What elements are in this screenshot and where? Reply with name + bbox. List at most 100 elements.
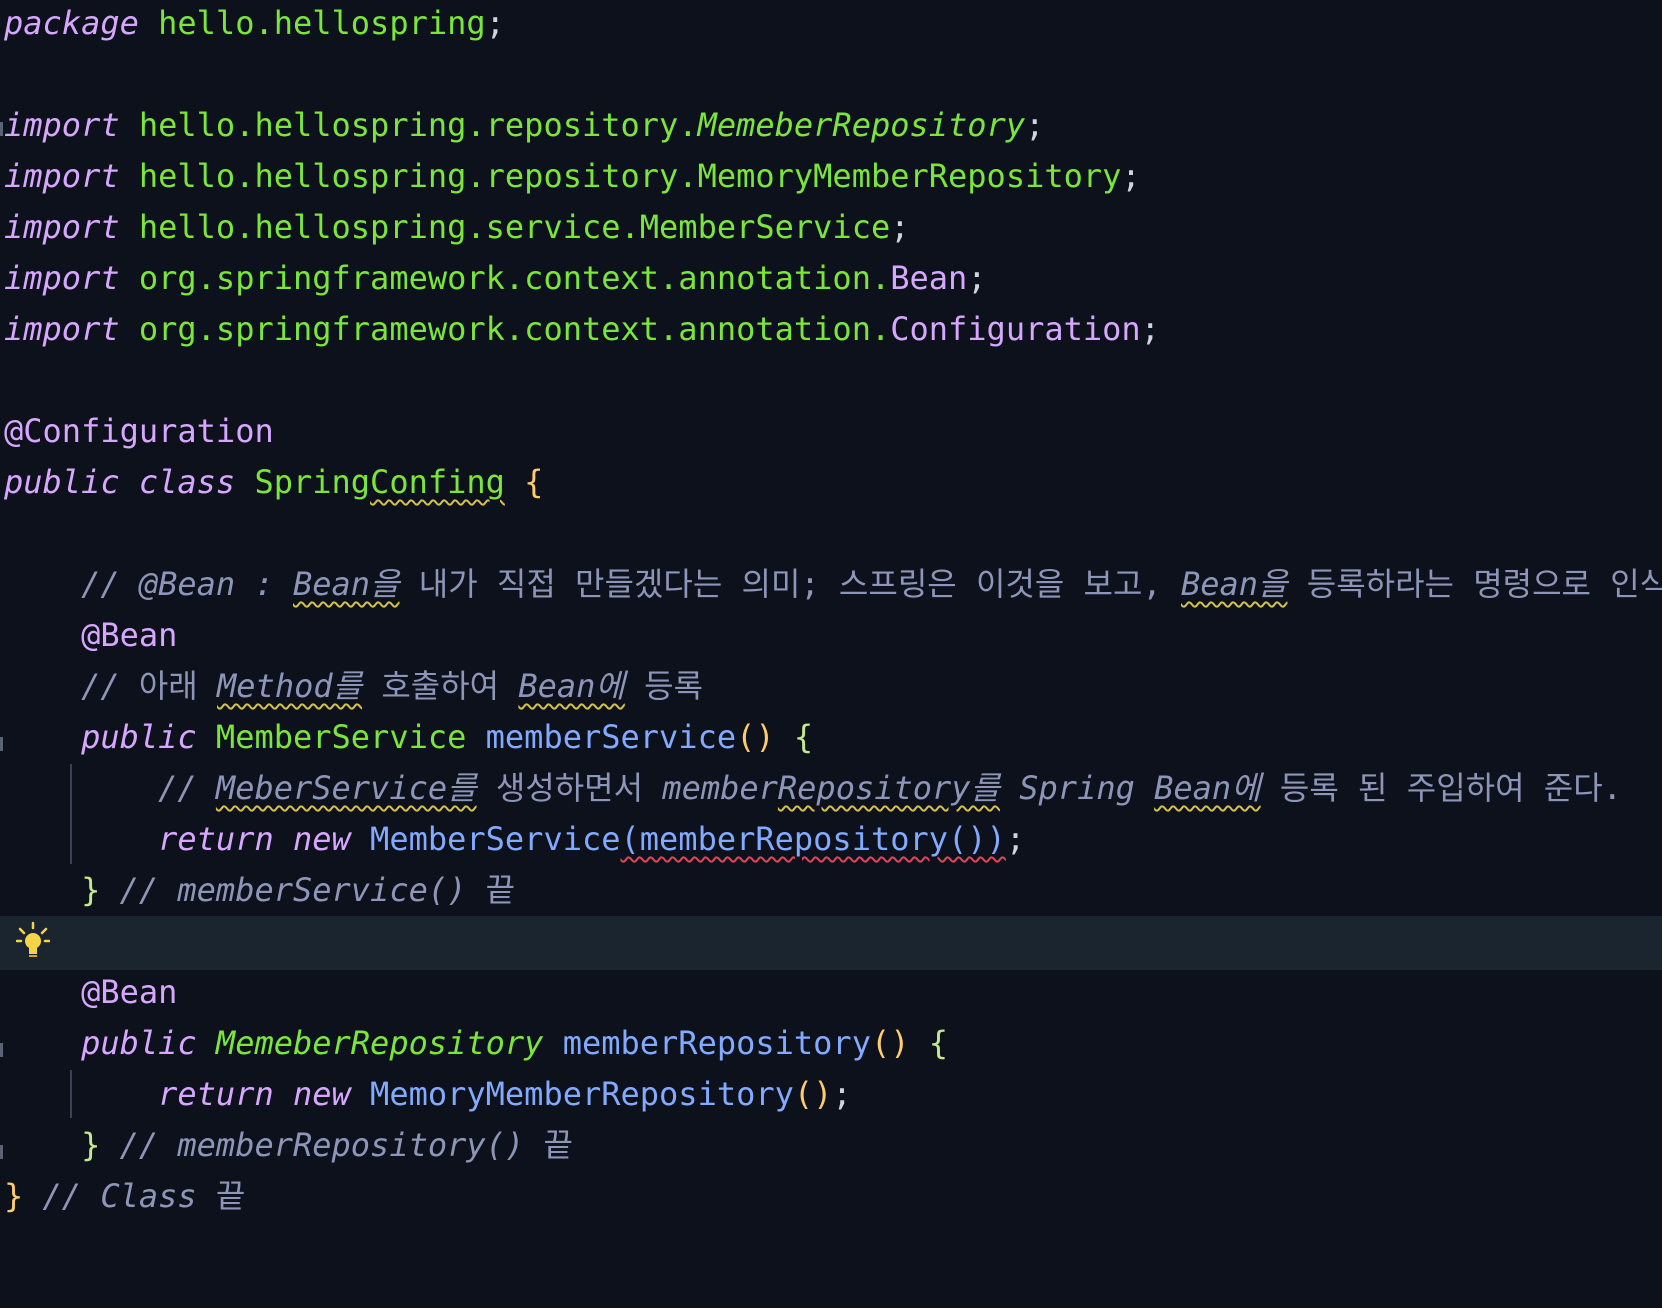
code-token: // <box>81 667 139 705</box>
code-token: { <box>793 718 814 756</box>
code-token: org.springframework.context.annotation. <box>138 259 891 297</box>
code-token: ; <box>832 1075 852 1113</box>
code-token: { <box>524 463 544 501</box>
code-token: @Bean <box>81 616 178 654</box>
code-token: hello.hellospring.repository.MemoryMembe… <box>138 157 1122 195</box>
code-token: public <box>81 1024 197 1062</box>
fold-marker[interactable] <box>0 1145 3 1159</box>
code-text: @Bean <box>4 608 177 662</box>
code-token: org.springframework.context.annotation. <box>138 310 891 348</box>
code-token: Configuration <box>890 310 1141 348</box>
code-token: ; <box>1121 157 1141 195</box>
code-token: { <box>928 1024 949 1062</box>
code-token: Spring <box>254 463 371 501</box>
code-text: import hello.hellospring.repository.Memo… <box>4 149 1141 203</box>
current-line-highlight <box>0 916 1662 970</box>
code-editor[interactable]: package hello.hellospring; import hello.h… <box>0 0 1662 1308</box>
code-token: memberService <box>485 718 737 756</box>
code-token: Bean에 <box>518 667 625 705</box>
code-token: hello.hellospring.service.MemberService <box>138 208 891 246</box>
code-text: import hello.hellospring.repository.Meme… <box>4 98 1044 152</box>
code-text: public MemeberRepository memberRepositor… <box>4 1016 948 1070</box>
code-token: import <box>4 208 120 246</box>
code-text: } // Class 끝 <box>4 1169 245 1223</box>
code-token: // <box>158 769 216 807</box>
code-token: () <box>793 1075 833 1113</box>
code-text: import org.springframework.context.annot… <box>4 251 987 305</box>
code-token: 내가 직접 만들겠다는 의미; 스프링은 이것을 보고, <box>399 565 1181 603</box>
code-text: public class SpringConfing { <box>4 455 543 509</box>
code-token: import <box>4 106 120 144</box>
code-text: @Configuration <box>4 404 274 458</box>
code-token: Bean을 <box>1180 565 1288 603</box>
code-text: // 아래 Method를 호출하여 Bean에 등록 <box>4 659 703 713</box>
code-token: hello.hellospring <box>158 4 486 42</box>
code-token: memberRepository <box>562 1024 871 1062</box>
code-token: 아래 <box>138 667 218 705</box>
code-token: MemberService <box>370 820 621 858</box>
code-token: Confing <box>370 463 505 501</box>
code-token: (memberRepository()) <box>620 820 1006 858</box>
code-token: import <box>4 259 120 297</box>
code-text: } // memberService() 끝 <box>4 863 515 917</box>
code-token: Bean <box>890 259 968 297</box>
code-token: MemberService <box>215 718 467 756</box>
code-token: new <box>292 820 351 858</box>
fold-marker[interactable] <box>0 122 3 136</box>
code-token: return <box>158 820 274 858</box>
code-token: package <box>4 4 139 42</box>
code-token: ; <box>1025 106 1045 144</box>
code-token: // memberService() <box>119 871 486 909</box>
lightbulb-icon[interactable] <box>16 921 50 961</box>
code-token: ; <box>1005 820 1026 858</box>
code-token: Bean에 <box>1154 769 1261 807</box>
code-text: return new MemberService(memberRepositor… <box>4 812 1025 866</box>
code-text: public MemberService memberService() { <box>4 710 813 764</box>
code-token: member <box>662 769 778 807</box>
code-token: 생성하면서 <box>476 769 663 807</box>
code-token: () <box>870 1024 910 1062</box>
code-token: } <box>4 1177 24 1215</box>
code-token: import <box>4 310 120 348</box>
code-token: } <box>81 1126 101 1164</box>
code-token: // @Bean : <box>81 565 293 603</box>
code-token: MemoryMemberRepository <box>370 1075 794 1113</box>
code-token: new <box>292 1075 351 1113</box>
code-token: Bean을 <box>292 565 400 603</box>
code-token: Spring <box>1000 769 1155 807</box>
code-token: () <box>736 718 775 756</box>
code-token: public <box>81 718 197 756</box>
code-token: 등록하라는 명령으로 인식 <box>1287 565 1662 603</box>
fold-marker[interactable] <box>0 737 3 751</box>
code-token: public <box>4 463 120 501</box>
code-text: @Bean <box>4 965 177 1019</box>
code-token: @Configuration <box>4 412 274 450</box>
code-text: } // memberRepository() 끝 <box>4 1118 573 1172</box>
code-token: // Class <box>42 1177 216 1215</box>
code-token: Repository를 <box>777 769 1000 807</box>
code-text: import hello.hellospring.service.MemberS… <box>4 200 909 254</box>
code-token: return <box>158 1075 274 1113</box>
code-token: 끝 <box>485 871 516 909</box>
fold-marker[interactable] <box>0 1043 3 1057</box>
code-text: package hello.hellospring; <box>4 0 505 50</box>
code-token: 끝 <box>215 1177 246 1215</box>
